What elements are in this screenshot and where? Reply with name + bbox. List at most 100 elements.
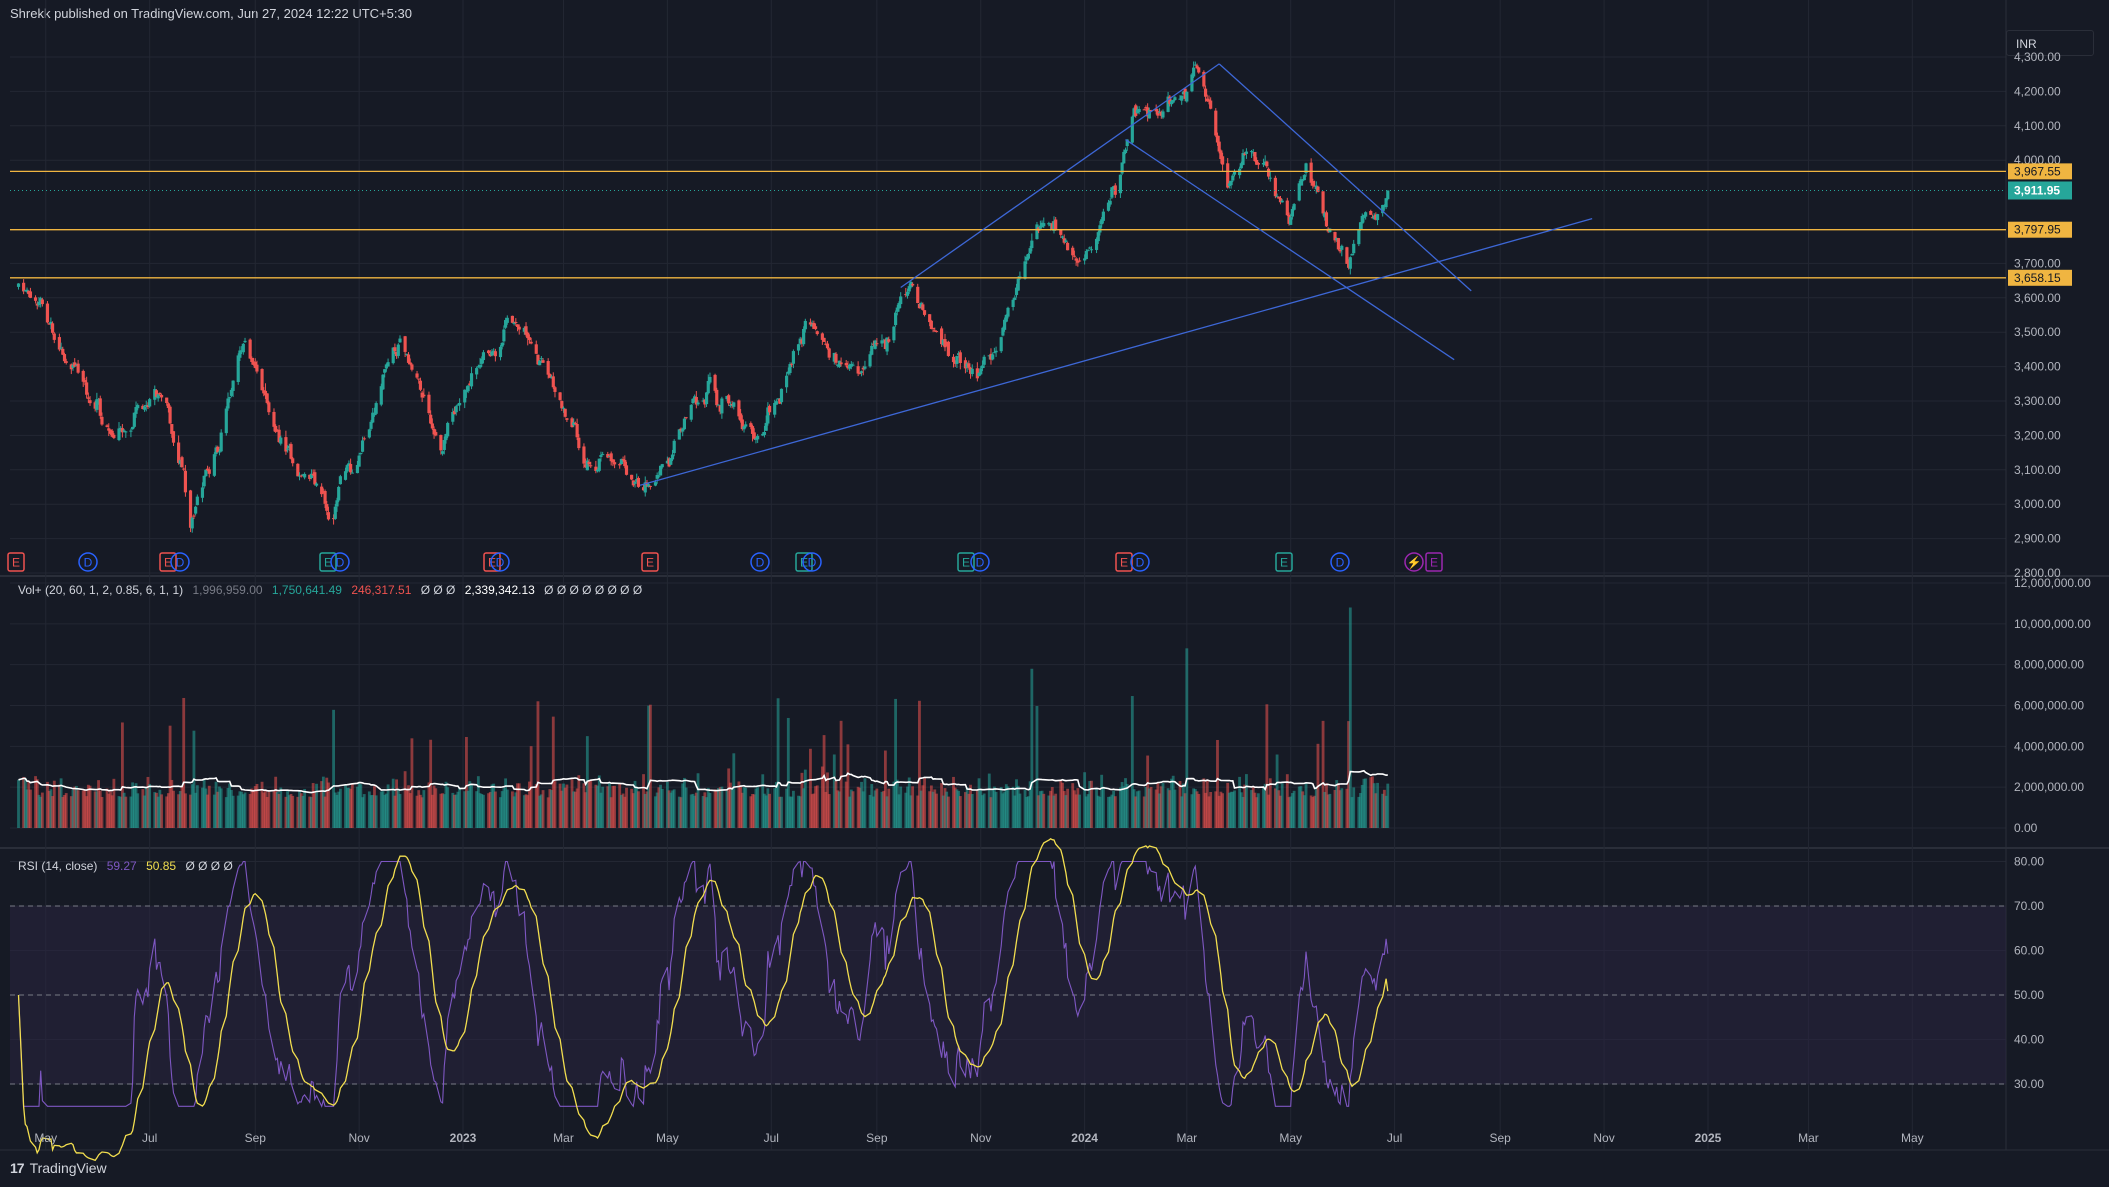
candle-body [527, 337, 532, 341]
price-axis[interactable]: 4,300.004,200.004,100.004,000.003,700.00… [2008, 50, 2091, 1091]
candle-body [623, 459, 627, 467]
candle-body [1084, 251, 1088, 260]
volume-bar [648, 704, 652, 828]
candle-body [630, 474, 634, 480]
time-tick-label: Jul [1387, 1131, 1402, 1145]
volume-bar [482, 794, 485, 828]
candle-body [1386, 190, 1390, 200]
candle-body [1185, 91, 1189, 102]
event-marker-earnings-icon[interactable]: E [7, 552, 25, 572]
trendline[interactable] [639, 218, 1593, 486]
volume-legend-v3: 246,317.51 [351, 583, 412, 597]
volume-bar [267, 791, 271, 828]
candle-body [61, 348, 65, 355]
candle-body [1035, 224, 1039, 240]
candle-body [194, 506, 198, 514]
candle-body [168, 406, 172, 424]
candle-body [299, 475, 303, 477]
event-marker-dividend-icon[interactable]: D [1330, 552, 1350, 572]
candle-body [1273, 177, 1277, 197]
trendlines[interactable] [639, 63, 1593, 486]
candle-body [720, 398, 724, 414]
candle-body [1265, 161, 1269, 167]
marker-label: D [1136, 556, 1145, 570]
candle-body [764, 422, 768, 431]
volume-bar [732, 753, 736, 828]
event-marker-dividend-icon[interactable]: D [170, 552, 190, 572]
volume-bar [1245, 774, 1248, 828]
volume-bar [720, 786, 724, 828]
candle-body [326, 512, 331, 520]
rsi-tick-label: 30.00 [2014, 1077, 2044, 1091]
candle-body [1364, 212, 1368, 217]
candle-body [514, 321, 518, 323]
volume-bar [684, 787, 688, 828]
candle-body [1249, 151, 1254, 153]
candle-body [660, 464, 664, 468]
candle-body [136, 405, 140, 409]
time-axis[interactable]: May Jul Sep Nov 2023 Mar May Jul Sep Nov 2024 Mar Ma… [34, 1131, 1923, 1145]
candle-body [1026, 253, 1031, 259]
candle-body [1013, 297, 1017, 300]
time-tick-label: May [1279, 1131, 1302, 1145]
trendline[interactable] [1218, 63, 1472, 292]
candle-body [684, 417, 688, 419]
volume-bar [398, 794, 402, 828]
volume-bar [970, 794, 974, 828]
volume-bar [899, 786, 903, 828]
volume-bar [243, 792, 247, 828]
candle-body [204, 469, 208, 477]
event-marker-dividend-icon[interactable]: D [1130, 552, 1150, 572]
event-marker-dividend-icon[interactable]: D [78, 552, 98, 572]
candle-body [1290, 208, 1294, 217]
event-marker-earnings-icon[interactable]: E [1115, 552, 1133, 572]
marker-label: E [1430, 556, 1438, 570]
candle-body [922, 310, 927, 315]
event-marker-earnings-icon[interactable]: E [641, 552, 659, 572]
time-tick-label: May [1901, 1131, 1924, 1145]
candle-body [672, 440, 676, 454]
volume-bar [1078, 794, 1081, 828]
candle-body [563, 408, 567, 417]
candle-body [83, 380, 87, 383]
candle-body [156, 394, 160, 399]
candle-body [200, 487, 205, 498]
volume-bar [350, 784, 354, 828]
candle-body [105, 425, 109, 427]
candle-body [863, 366, 867, 369]
trendline[interactable] [900, 63, 1220, 289]
candle-body [558, 392, 562, 400]
candle-body [100, 416, 104, 425]
candle-body [706, 380, 710, 394]
candle-body [386, 362, 390, 367]
trendline[interactable] [1125, 139, 1455, 361]
volume-bar [148, 783, 152, 828]
candle-body [1301, 180, 1305, 182]
candle-body [124, 431, 128, 433]
candle-body [796, 344, 801, 351]
candle-body [165, 397, 169, 404]
event-marker-earnings-icon[interactable]: E [1275, 552, 1293, 572]
event-marker-earnings-icon[interactable]: E [1425, 552, 1443, 572]
price-tick-label: 3,200.00 [2014, 428, 2061, 442]
volume-bar [52, 780, 56, 828]
rsi-legend[interactable]: RSI (14, close) 59.27 50.85 Ø Ø Ø Ø [18, 859, 239, 873]
volume-bar [1197, 793, 1201, 828]
event-marker-split-icon[interactable]: ⚡ [1404, 552, 1424, 572]
candle-body [481, 352, 486, 361]
horizontal-levels[interactable] [10, 170, 2006, 279]
candle-body [337, 486, 341, 501]
candle-body [16, 283, 21, 287]
volume-legend[interactable]: Vol+ (20, 60, 1, 2, 0.85, 6, 1, 1) 1,996… [18, 583, 648, 597]
event-markers[interactable]: E D E D E D E D E D E D E D E D E D ⚡ E [7, 552, 1443, 572]
candle-body [406, 354, 411, 363]
event-marker-dividend-icon[interactable]: D [750, 552, 770, 572]
candle-body [417, 378, 421, 380]
candle-body [1321, 191, 1325, 214]
candle-body [279, 437, 283, 444]
candle-body [887, 339, 891, 342]
tradingview-footer[interactable]: 17 TradingView [10, 1160, 107, 1176]
candle-body [171, 431, 176, 443]
event-marker-dividend-icon[interactable]: D [330, 552, 350, 572]
candle-body [916, 286, 920, 304]
